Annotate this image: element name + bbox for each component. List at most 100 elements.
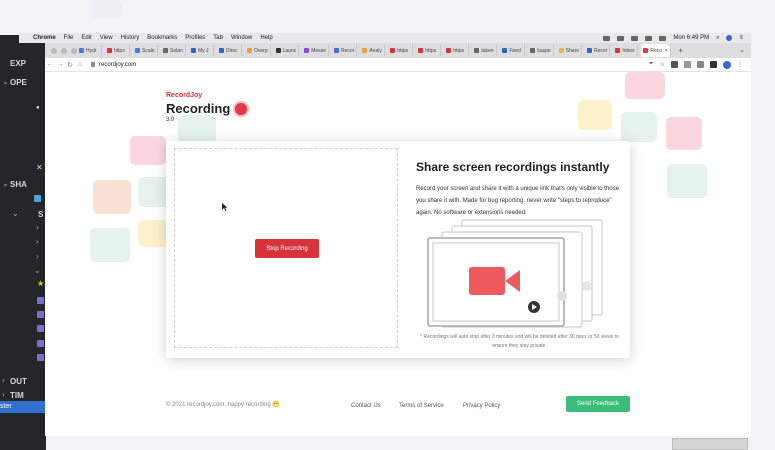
browser-tab[interactable]: kaspe	[528, 45, 554, 56]
chevron-right-icon[interactable]: ›	[2, 376, 5, 385]
extensions-puzzle-icon[interactable]	[697, 61, 704, 68]
browser-tab[interactable]: Solan	[161, 45, 186, 56]
privacy-note: * Recordings will auto stop after 3 minu…	[420, 334, 619, 349]
browser-tab[interactable]: Share	[557, 45, 583, 56]
menu-item-history[interactable]: History	[121, 35, 140, 41]
address-bar[interactable]: recordjoy.com	[91, 62, 136, 68]
browser-tab[interactable]: https	[416, 45, 442, 56]
chevron-right-icon[interactable]: ›	[36, 252, 39, 261]
microphone-icon[interactable]: ⏷	[649, 61, 654, 68]
extension-icon[interactable]	[684, 61, 691, 68]
avatar[interactable]	[726, 35, 733, 41]
mouse-cursor-icon	[222, 203, 228, 211]
chevron-right-icon[interactable]: ›	[2, 390, 5, 399]
reload-icon[interactable]: ↻	[65, 61, 75, 69]
favicon-icon	[275, 48, 281, 53]
back-icon[interactable]: ←	[45, 61, 55, 68]
chevron-down-icon[interactable]: ⌄	[12, 209, 19, 218]
chevron-down-icon[interactable]: ⌄	[34, 266, 41, 275]
browser-tab[interactable]: Launc	[274, 45, 300, 56]
window-thumbnail[interactable]	[672, 438, 748, 450]
browser-tab[interactable]: Feed	[500, 45, 526, 56]
browser-toolbar: ← → ↻ ⌂ recordjoy.com ⏷ ☆ ⋮	[45, 58, 751, 72]
bookmark-star-icon[interactable]: ☆	[660, 61, 665, 68]
tab-search-icon[interactable]: ⌄	[739, 46, 745, 54]
menu-item-tab[interactable]: Tab	[213, 35, 223, 41]
more-menu-icon[interactable]: ⋮	[737, 61, 743, 68]
close-window-button[interactable]	[51, 48, 57, 54]
privacy-policy-link[interactable]: Privacy Policy	[463, 403, 500, 409]
favicon-icon	[418, 48, 424, 53]
browser-tab[interactable]: taken	[472, 45, 498, 56]
terms-of-service-link[interactable]: Terms of Service	[399, 403, 444, 409]
extension-icon[interactable]	[671, 61, 678, 68]
menu-item-help[interactable]: Help	[260, 35, 272, 41]
browser-tab[interactable]: Recor	[585, 45, 611, 56]
favicon-icon	[79, 48, 84, 53]
menu-item-view[interactable]: View	[100, 35, 113, 41]
menu-item-bookmarks[interactable]: Bookmarks	[147, 35, 177, 41]
forward-icon[interactable]: →	[55, 61, 65, 68]
chevron-down-icon[interactable]: ⌄	[2, 77, 9, 86]
brand-name[interactable]: RecordJoy	[166, 92, 202, 99]
browser-tab[interactable]: Scalo	[133, 45, 158, 56]
contact-us-link[interactable]: Contact Us	[351, 403, 381, 409]
menu-icon[interactable]: ≡	[739, 35, 743, 41]
new-tab-icon[interactable]: +	[674, 46, 687, 55]
favicon-icon	[219, 48, 224, 53]
menu-app-name[interactable]: Chrome	[33, 35, 56, 41]
bluetooth-icon[interactable]	[631, 35, 639, 41]
flag-icon[interactable]	[617, 35, 625, 41]
browser-tab[interactable]: https	[388, 45, 414, 56]
menu-item-file[interactable]: File	[64, 35, 74, 41]
menu-item-window[interactable]: Window	[231, 35, 252, 41]
minimize-window-button[interactable]	[61, 48, 67, 54]
window-controls	[51, 48, 77, 54]
tab-label: Launc	[282, 47, 297, 54]
background-tile	[93, 180, 131, 214]
browser-tab[interactable]: Messe	[302, 45, 329, 56]
file-icon	[37, 325, 44, 332]
url-text[interactable]: recordjoy.com	[99, 62, 136, 68]
chevron-right-icon[interactable]: ›	[36, 223, 39, 232]
tab-label: My J	[198, 47, 209, 54]
browser-tab[interactable]: Inbox	[613, 45, 639, 56]
clock[interactable]: Mon 6:49 PM	[673, 35, 709, 41]
page-title-text: Recording	[166, 101, 231, 116]
menu-bar: Chrome File Edit View History Bookmarks …	[19, 33, 751, 43]
tab-label: Messe	[311, 47, 326, 54]
profile-avatar[interactable]	[723, 60, 731, 69]
file-icon	[37, 340, 44, 347]
tab-label: Feed	[509, 47, 521, 54]
maximize-window-button[interactable]	[71, 48, 77, 54]
send-feedback-button[interactable]: Send Feedback	[566, 396, 630, 412]
recording-area: Stop Recording	[174, 148, 398, 348]
browser-tab[interactable]: Reco ✕	[641, 44, 672, 57]
menu-item-edit[interactable]: Edit	[81, 35, 91, 41]
chevron-right-icon[interactable]: ›	[36, 237, 39, 246]
wifi-icon[interactable]	[645, 35, 653, 41]
browser-tab[interactable]: My J	[189, 45, 214, 56]
home-icon[interactable]: ⌂	[75, 61, 85, 68]
camera-icon[interactable]	[603, 35, 611, 41]
extension-icon[interactable]	[710, 61, 717, 68]
tab-label: Solan	[170, 47, 183, 54]
chevron-down-icon[interactable]: ⌄	[2, 179, 9, 188]
recording-illustration	[427, 219, 603, 328]
browser-tab[interactable]: https	[105, 45, 130, 56]
browser-tab[interactable]: Hydr	[77, 45, 102, 56]
tab-label: Analy	[369, 47, 382, 54]
browser-tab[interactable]: https	[444, 45, 470, 56]
browser-tab[interactable]: Analy	[360, 45, 386, 56]
battery-icon[interactable]	[659, 35, 667, 41]
stop-recording-button[interactable]: Stop Recording	[255, 239, 319, 258]
browser-tab[interactable]: Direc	[217, 45, 242, 56]
browser-tab[interactable]: Overp	[245, 45, 271, 56]
close-icon[interactable]: ✕	[36, 163, 43, 172]
search-icon[interactable]: ⌕	[716, 35, 719, 42]
menu-item-profiles[interactable]: Profiles	[185, 35, 205, 41]
tab-label: Reco	[650, 47, 663, 54]
close-tab-icon[interactable]: ✕	[664, 48, 668, 54]
browser-tab[interactable]: Recor	[332, 45, 358, 56]
tab-label: Scalo	[142, 47, 155, 54]
